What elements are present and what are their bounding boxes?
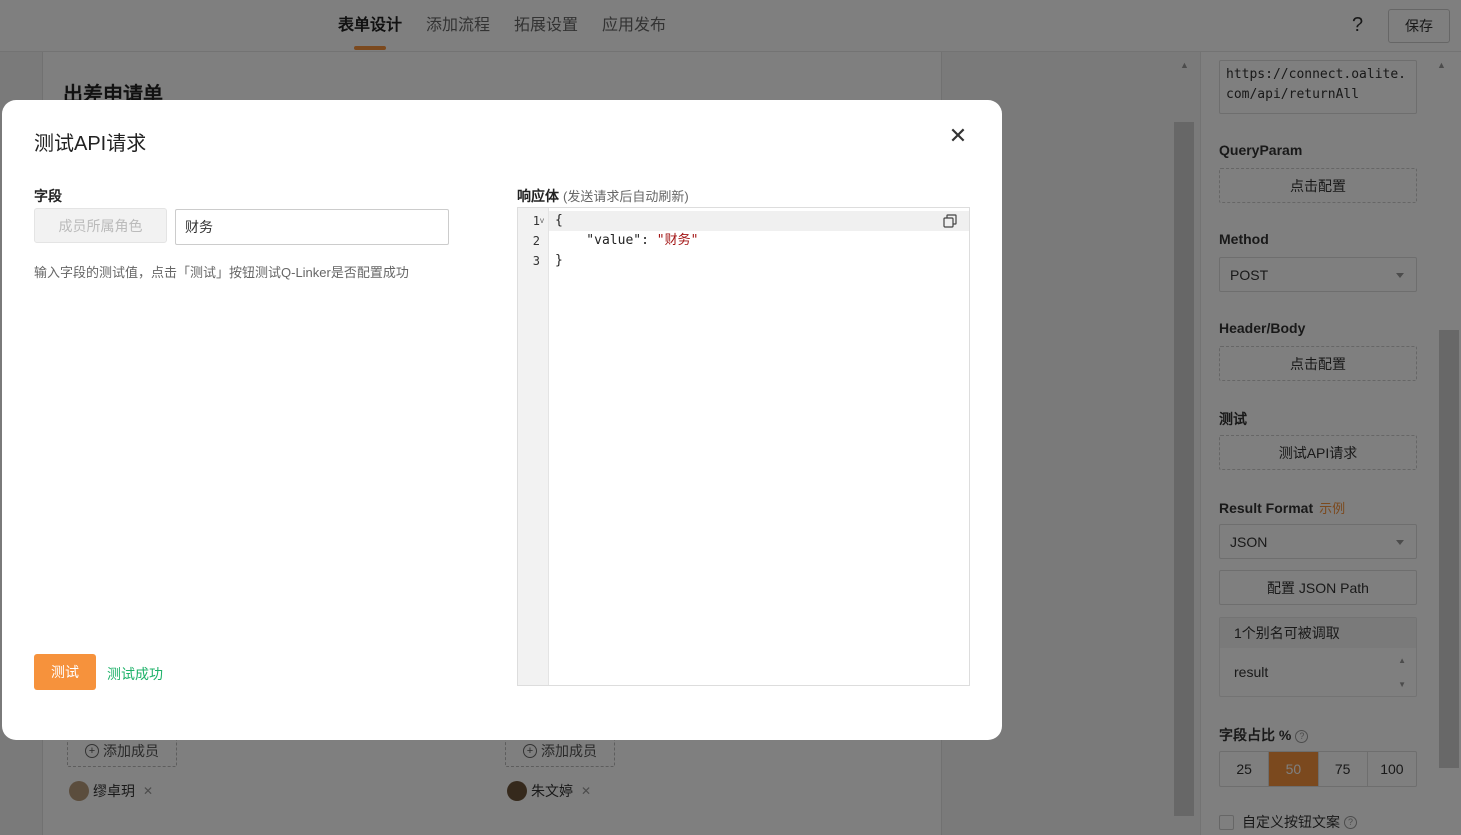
code-line: "value": "财务" [555, 231, 698, 251]
test-api-modal: 测试API请求 ✕ 字段 成员所属角色 输入字段的测试值，点击「测试」按钮测试Q… [2, 100, 1002, 740]
field-label: 字段 [34, 188, 62, 204]
response-title: 响应体 [517, 188, 559, 204]
code-line: } [555, 253, 563, 268]
editor-gutter [518, 208, 549, 685]
json-key: "value": [555, 233, 657, 248]
copy-icon[interactable] [943, 214, 957, 228]
response-note: (发送请求后自动刷新) [563, 189, 689, 204]
modal-title: 测试API请求 [34, 133, 147, 155]
line-number: 1 [532, 214, 540, 228]
response-label: 响应体 (发送请求后自动刷新) [517, 186, 689, 206]
code-line: { [555, 213, 563, 228]
test-value-input[interactable] [175, 209, 449, 245]
member-role-button: 成员所属角色 [34, 208, 167, 243]
active-line [549, 211, 969, 231]
close-icon[interactable]: ✕ [946, 124, 970, 148]
line-number: 2 [532, 234, 540, 248]
fold-icon[interactable]: v [540, 216, 544, 225]
line-number: 3 [532, 254, 540, 268]
json-string-value: "财务" [656, 233, 699, 248]
test-button[interactable]: 测试 [34, 654, 96, 690]
test-status: 测试成功 [107, 666, 163, 682]
response-editor[interactable]: 1 v 2 3 { "value": "财务" } [517, 207, 970, 686]
test-hint: 输入字段的测试值，点击「测试」按钮测试Q-Linker是否配置成功 [34, 265, 409, 280]
